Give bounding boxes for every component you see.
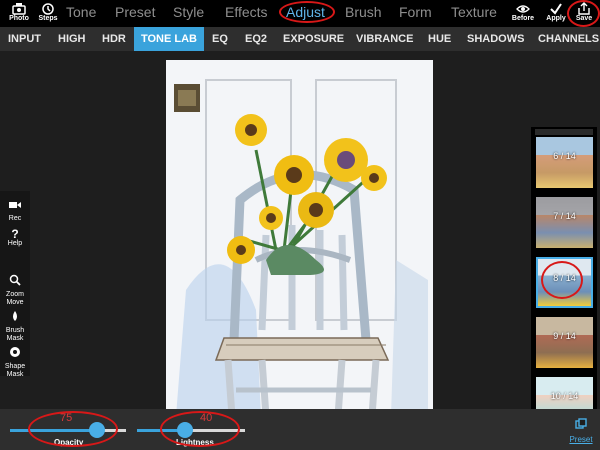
- steps-label: Steps: [38, 15, 58, 22]
- tab-shadows[interactable]: SHADOWS: [467, 27, 524, 51]
- help-button[interactable]: ? Help: [0, 228, 30, 248]
- preset-thumb-number: 7 / 14: [553, 211, 576, 221]
- preset-thumb-number: 8 / 14: [553, 273, 576, 283]
- brush-label-line1: Brush: [5, 327, 25, 334]
- tab-tone-lab[interactable]: TONE LAB: [134, 27, 204, 51]
- menu-brush[interactable]: Brush: [345, 4, 382, 20]
- adjust-subtabs: INPUT HIGH HDR TONE LAB EQ EQ2 EXPOSURE …: [0, 27, 600, 77]
- eye-icon: [516, 5, 530, 13]
- opacity-slider-fill: [10, 429, 97, 432]
- preset-button-label: Preset: [569, 435, 593, 444]
- sunflower-chair-photo: [166, 60, 433, 416]
- shape-label-line2: Mask: [6, 371, 24, 378]
- zoom-label-line2: Move: [6, 299, 24, 306]
- save-button[interactable]: Save: [568, 0, 600, 27]
- opacity-value: 75: [60, 412, 73, 424]
- tab-high[interactable]: HIGH: [58, 27, 86, 51]
- rec-label: Rec: [8, 215, 22, 222]
- menu-preset[interactable]: Preset: [115, 4, 155, 20]
- menu-style[interactable]: Style: [173, 4, 204, 20]
- top-toolbar: Photo Steps Tone Preset Style Effects Ad…: [0, 0, 600, 27]
- preset-thumb-number: 9 / 14: [553, 331, 576, 341]
- tab-input[interactable]: INPUT: [8, 27, 41, 51]
- shape-mask-button[interactable]: Shape Mask: [0, 345, 30, 379]
- menu-effects[interactable]: Effects: [225, 4, 268, 20]
- preset-button[interactable]: Preset: [566, 417, 596, 444]
- tab-hue[interactable]: HUE: [428, 27, 451, 51]
- preset-thumb[interactable]: 9 / 14: [536, 317, 593, 368]
- photo-icon: [12, 3, 26, 15]
- lightness-slider-track[interactable]: [185, 429, 245, 432]
- workspace: Rec ? Help Zoom Move Brush Mask Shape Ma…: [0, 51, 600, 428]
- tab-channels[interactable]: CHANNELS: [538, 27, 599, 51]
- preset-layers-icon: [575, 418, 587, 429]
- tab-eq2[interactable]: EQ2: [245, 27, 267, 51]
- drop-icon: [13, 311, 17, 321]
- tab-hdr[interactable]: HDR: [102, 27, 126, 51]
- preset-thumb[interactable]: 7 / 14: [536, 197, 593, 248]
- save-label: Save: [575, 15, 593, 22]
- zoom-move-button[interactable]: Zoom Move: [0, 273, 30, 307]
- tab-eq[interactable]: EQ: [212, 27, 228, 51]
- preset-thumbnails-panel: 6 / 14 7 / 14 8 / 14 9 / 14 10 / 14: [531, 127, 597, 428]
- brush-mask-button[interactable]: Brush Mask: [0, 309, 30, 343]
- menu-adjust[interactable]: Adjust: [286, 4, 325, 20]
- help-label: Help: [7, 240, 23, 247]
- preset-thumb-partial: [535, 129, 593, 135]
- photo-canvas[interactable]: [166, 60, 433, 416]
- preset-thumb-selected[interactable]: 8 / 14: [536, 257, 593, 308]
- before-button[interactable]: Before: [505, 0, 541, 27]
- history-icon: [42, 3, 54, 15]
- tab-exposure[interactable]: EXPOSURE: [283, 27, 344, 51]
- opacity-label: Opacity: [54, 438, 84, 447]
- video-camera-icon: [9, 202, 21, 208]
- bottom-slider-bar: 75 Opacity 40 Lightness: [0, 409, 600, 450]
- tab-vibrance[interactable]: VIBRANCE: [356, 27, 413, 51]
- preset-thumb[interactable]: 6 / 14: [536, 137, 593, 188]
- preset-thumb-number: 6 / 14: [553, 151, 576, 161]
- rec-button[interactable]: Rec: [0, 197, 30, 223]
- share-icon: [578, 2, 590, 15]
- lightness-value: 40: [200, 412, 213, 424]
- lightness-label: Lightness: [176, 438, 214, 447]
- checkmark-icon: [550, 3, 562, 15]
- shape-label-line1: Shape: [4, 363, 26, 370]
- before-label: Before: [511, 15, 535, 22]
- magnifier-icon: [9, 274, 21, 286]
- preset-thumb-number: 10 / 14: [550, 391, 579, 401]
- opacity-slider-knob[interactable]: [89, 422, 105, 438]
- brush-label-line2: Mask: [6, 335, 24, 342]
- menu-texture[interactable]: Texture: [451, 4, 497, 20]
- circle-shape-icon: [10, 347, 20, 357]
- lightness-slider-knob[interactable]: [177, 422, 193, 438]
- zoom-label-line1: Zoom: [6, 291, 24, 298]
- menu-form[interactable]: Form: [399, 4, 432, 20]
- steps-button[interactable]: Steps: [30, 0, 66, 27]
- question-mark-icon: ?: [11, 227, 19, 241]
- menu-tone[interactable]: Tone: [66, 4, 96, 20]
